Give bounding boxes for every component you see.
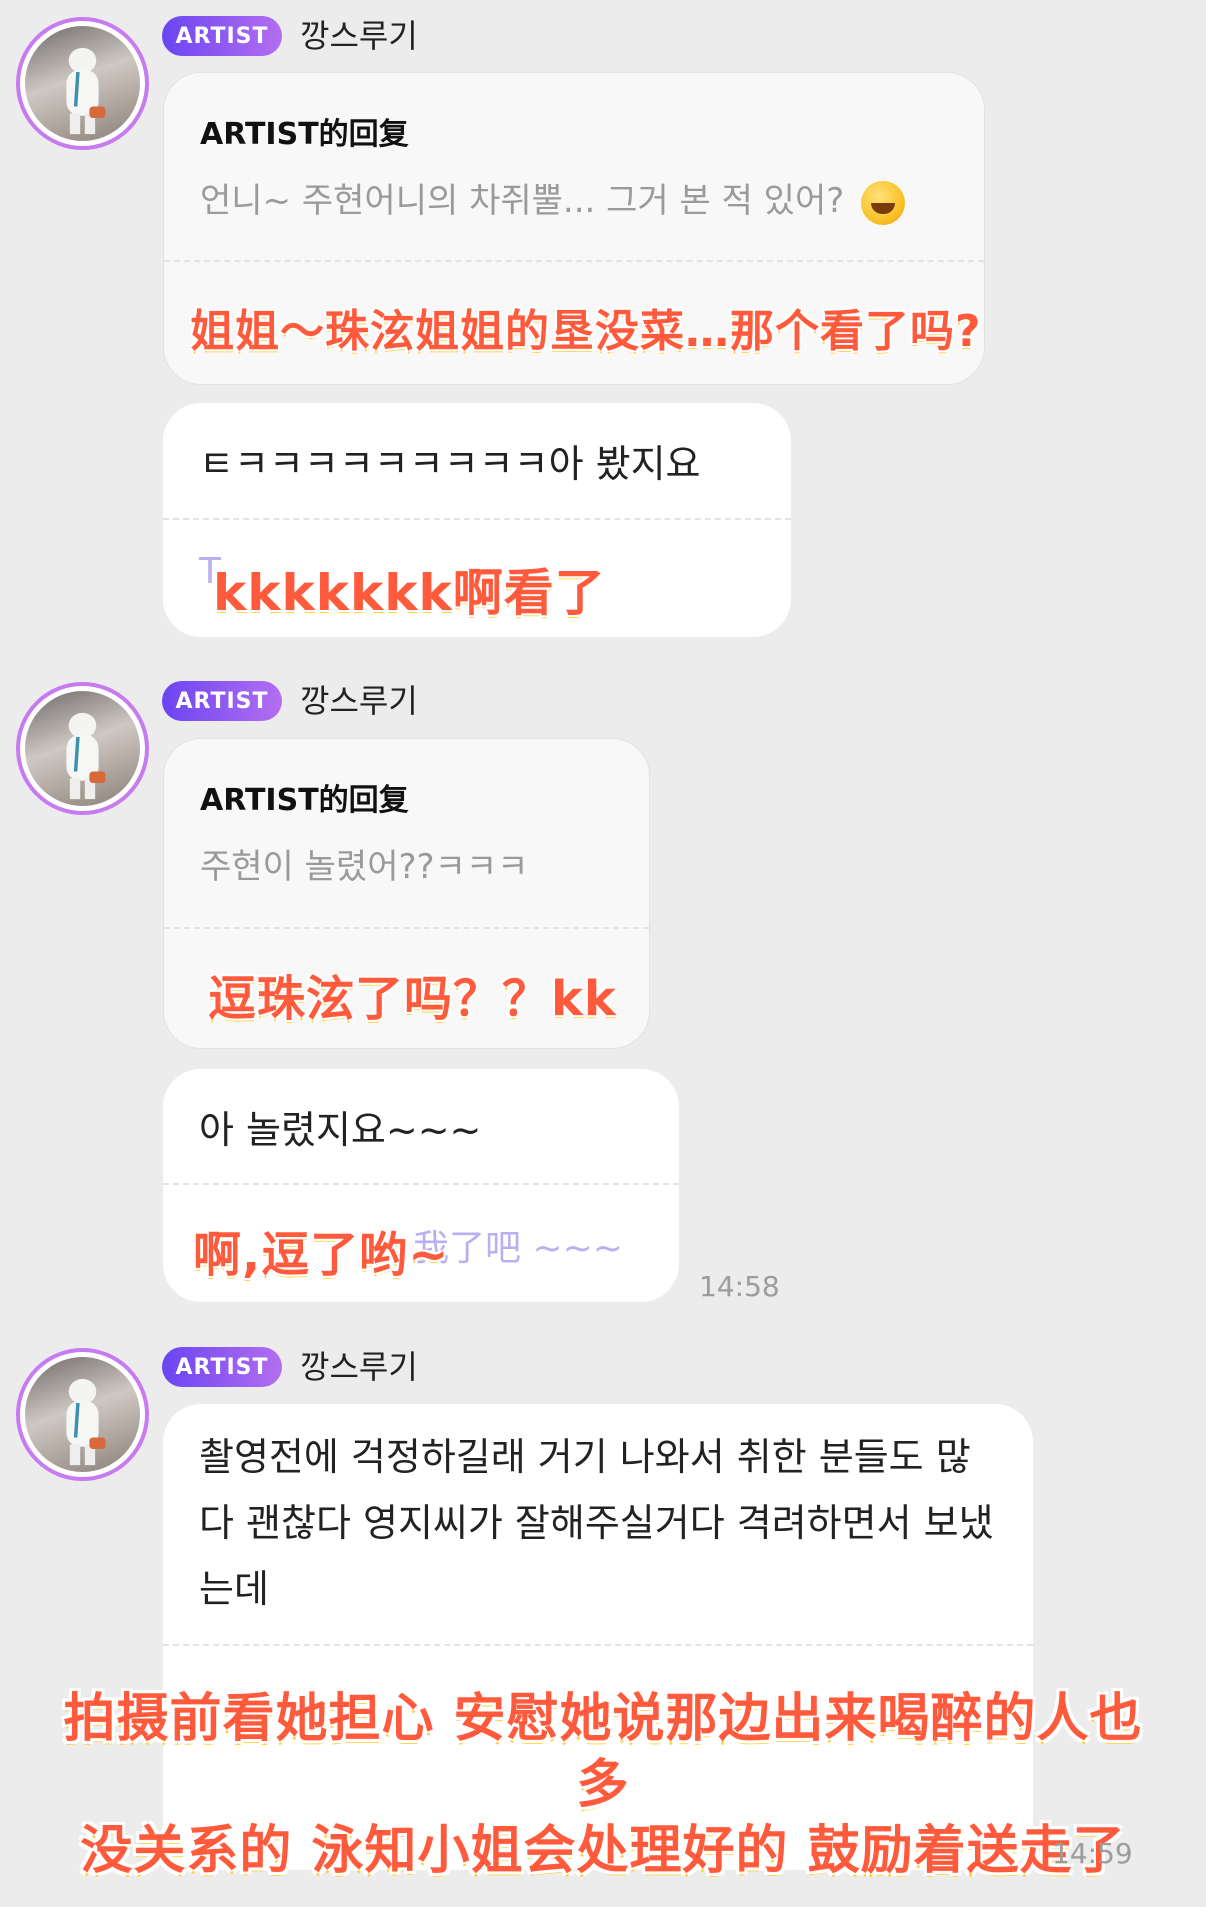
artist-avatar[interactable]: [16, 17, 149, 150]
message-timestamp: 14:58: [699, 1270, 780, 1303]
divider: [163, 518, 791, 520]
reply-header: ARTIST的回复: [200, 117, 409, 152]
divider: [164, 927, 649, 929]
sender-name: 깡스루기: [300, 1348, 418, 1386]
message-text: ㅌㅋㅋㅋㅋㅋㅋㅋㅋㅋ아 봤지요: [199, 442, 701, 486]
sender-name: 깡스루기: [300, 682, 418, 720]
artist-avatar[interactable]: [16, 1348, 149, 1481]
avatar-figure-icon: [66, 47, 106, 135]
quoted-text: 주현이 놀렸어??ㅋㅋㅋ: [200, 847, 529, 887]
artist-avatar[interactable]: [16, 682, 149, 815]
quoted-text-content: 언니~ 주현어니의 차쥐뿔... 그거 본 적 있어?: [200, 181, 845, 221]
avatar-figure-icon: [66, 1378, 106, 1466]
translation-caption: 啊,逗了哟~: [193, 1227, 450, 1283]
divider: [164, 260, 984, 262]
reply-message-bubble[interactable]: ARTIST的回复 언니~ 주현어니의 차쥐뿔... 그거 본 적 있어? 姐姐…: [163, 72, 985, 385]
quoted-text: 언니~ 주현어니의 차쥐뿔... 그거 본 적 있어?: [200, 173, 906, 225]
message-bubble[interactable]: 아 놀렸지요~~~ 我了吧 ~~~ 啊,逗了哟~: [163, 1069, 679, 1302]
artist-badge: ARTIST: [162, 681, 282, 721]
laughing-emoji-icon: [861, 180, 906, 225]
message-text: 아 놀렸지요~~~: [199, 1108, 482, 1152]
message-text: 촬영전에 걱정하길래 거기 나와서 취한 분들도 많다 괜찮다 영지씨가 잘해주…: [199, 1435, 994, 1611]
message-timestamp: 14:59: [1052, 1837, 1133, 1870]
subtitle-line: 拍摄前看她担心 安慰她说那边出来喝醉的人也多: [63, 1689, 1143, 1815]
translation-caption: kkkkkkk啊看了: [213, 564, 606, 622]
reply-header: ARTIST的回复: [200, 783, 409, 818]
divider: [163, 1183, 679, 1185]
sender-name: 깡스루기: [300, 17, 418, 55]
translation-text: 姐姐～珠泫姐姐的垦没菜…那个看了吗?: [190, 306, 982, 357]
message-bubble[interactable]: ㅌㅋㅋㅋㅋㅋㅋㅋㅋㅋ아 봤지요 T kkkkkkk啊看了: [163, 403, 791, 637]
subtitle-line: 没关系的 泳知小姐会处理好的 鼓励着送走了: [80, 1821, 1126, 1881]
translation-subtitle: 拍摄前看她担心 安慰她说那边出来喝醉的人也多 没关系的 泳知小姐会处理好的 鼓励…: [60, 1686, 1146, 1884]
artist-badge: ARTIST: [162, 1347, 282, 1387]
divider: [163, 1644, 1033, 1646]
avatar-figure-icon: [66, 712, 106, 800]
reply-message-bubble[interactable]: ARTIST的回复 주현이 놀렸어??ㅋㅋㅋ 逗珠泫了吗？？kk: [163, 738, 650, 1049]
translation-caption: 逗珠泫了吗？？kk: [208, 971, 617, 1027]
translation-caption: 姐姐～珠泫姐姐的垦没菜…那个看了吗?: [190, 295, 984, 359]
artist-badge: ARTIST: [162, 16, 282, 56]
